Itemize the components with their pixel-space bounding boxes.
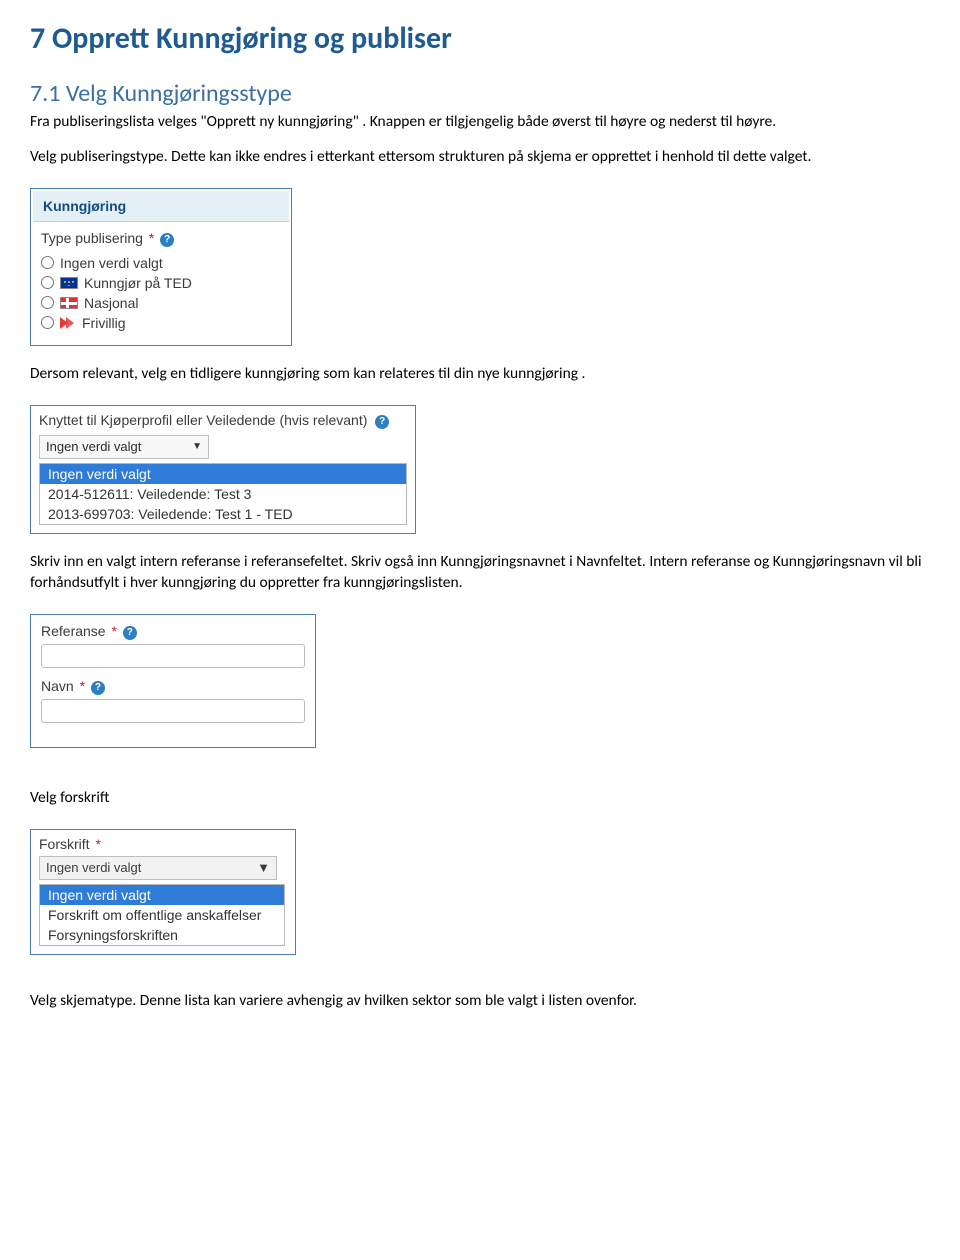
navn-label: Navn * ? [41,678,305,695]
subsection-heading: 7.1 Velg Kunngjøringsstype [30,79,930,108]
screenshot-knyttet-dropdown: Knyttet til Kjøperprofil eller Veiledend… [30,405,416,534]
dropdown-option[interactable]: Forskrift om offentlige anskaffelser [40,905,284,925]
screenshot-kunngjoring-panel: Kunngjøring Type publisering * ? Ingen v… [30,188,292,346]
chevron-down-icon: ▼ [257,860,270,875]
required-marker: * [93,836,102,852]
para-relater: Dersom relevant, velg en tidligere kunng… [30,364,930,385]
screenshot-forskrift-dropdown: Forskrift * Ingen verdi valgt ▼ Ingen ve… [30,829,296,955]
knyttet-select[interactable]: Ingen verdi valgt ▼ [39,435,209,459]
required-marker: * [109,623,118,639]
radio-input[interactable] [41,296,54,309]
eu-flag-icon [60,277,78,289]
radio-input[interactable] [41,316,54,329]
radio-input[interactable] [41,256,54,269]
dropdown-option[interactable]: 2014-512611: Veiledende: Test 3 [40,484,406,504]
no-flag-icon [60,297,78,309]
help-icon[interactable]: ? [123,626,137,640]
panel-title: Kunngjøring [33,191,289,222]
radio-nasjonal[interactable]: Nasjonal [41,293,281,313]
intro-para-1: Fra publiseringslista velges "Opprett ny… [30,112,930,133]
section-heading: 7 Opprett Kunngjøring og publiser [30,20,930,57]
forskrift-options: Ingen verdi valgt Forskrift om offentlig… [39,884,285,946]
type-publisering-label: Type publisering * ? [41,230,281,247]
radio-ingen-verdi-valgt[interactable]: Ingen verdi valgt [41,253,281,273]
frivillig-icon [60,317,76,329]
knyttet-options: Ingen verdi valgt 2014-512611: Veiledend… [39,463,407,525]
knyttet-label: Knyttet til Kjøperprofil eller Veiledend… [39,412,407,429]
dropdown-option[interactable]: Ingen verdi valgt [40,464,406,484]
dropdown-option[interactable]: Forsyningsforskriften [40,925,284,945]
radio-input[interactable] [41,276,54,289]
referanse-input[interactable] [41,644,305,668]
chevron-down-icon: ▼ [192,441,202,452]
referanse-label: Referanse * ? [41,623,305,640]
required-marker: * [78,678,87,694]
forskrift-label: Forskrift * [39,836,287,852]
dropdown-option[interactable]: 2013-699703: Veiledende: Test 1 - TED [40,504,406,524]
screenshot-referanse-navn: Referanse * ? Navn * ? [30,614,316,748]
help-icon[interactable]: ? [91,681,105,695]
forskrift-select[interactable]: Ingen verdi valgt ▼ [39,856,277,880]
help-icon[interactable]: ? [375,415,389,429]
radio-frivillig[interactable]: Frivillig [41,313,281,333]
radio-kunngjor-pa-ted[interactable]: Kunngjør på TED [41,273,281,293]
para-referanse-instruks: Skriv inn en valgt intern referanse i re… [30,552,930,594]
dropdown-option[interactable]: Ingen verdi valgt [40,885,284,905]
help-icon[interactable]: ? [160,233,174,247]
intro-para-2: Velg publiseringstype. Dette kan ikke en… [30,147,930,168]
velg-forskrift-label: Velg forskrift [30,788,930,809]
navn-input[interactable] [41,699,305,723]
required-marker: * [147,230,156,246]
velg-skjematype-para: Velg skjematype. Denne lista kan variere… [30,991,930,1012]
